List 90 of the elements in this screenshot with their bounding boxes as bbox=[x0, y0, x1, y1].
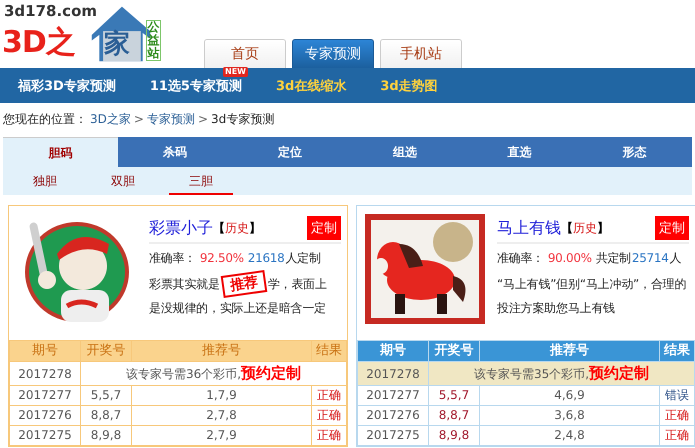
logo-text: 3D之 bbox=[2, 24, 75, 62]
table-cell: 8,8,7 bbox=[428, 406, 480, 426]
description-text: “马上有钱”但别“马上冲动”，合理的 bbox=[497, 276, 686, 292]
result-cell: 正确 bbox=[660, 406, 694, 426]
nav-link[interactable]: 福彩3D专家预测 bbox=[18, 78, 116, 94]
description-text: 彩票其实就是 bbox=[149, 276, 220, 292]
nav-tab[interactable]: 首页 bbox=[204, 39, 286, 68]
bracket: 【 bbox=[561, 220, 573, 236]
history-link[interactable]: 历史 bbox=[225, 220, 249, 236]
table-cell: 5,5,7 bbox=[428, 386, 480, 406]
breadcrumb-label: 您现在的位置： bbox=[3, 110, 87, 128]
stat-text: 92.50% bbox=[200, 251, 244, 265]
sub-tab[interactable]: 双胆 bbox=[91, 167, 155, 195]
table-cell: 3,6,8 bbox=[480, 406, 660, 426]
book-link[interactable]: 预约定制 bbox=[589, 364, 650, 382]
breadcrumb-separator: > bbox=[198, 112, 208, 126]
column-header: 推荐号 bbox=[132, 340, 312, 362]
table-cell: 8,9,8 bbox=[80, 426, 132, 446]
notice-text: 该专家号需36个彩币, bbox=[126, 367, 242, 381]
expert-name[interactable]: 马上有钱 bbox=[497, 218, 561, 238]
category-tab[interactable]: 直选 bbox=[462, 137, 578, 167]
breadcrumb-link[interactable]: 3D之家 bbox=[90, 110, 131, 128]
table-cell: 2017276 bbox=[358, 406, 428, 426]
sub-tab[interactable]: 三胆 bbox=[169, 167, 233, 195]
recommend-stamp: 推荐 bbox=[220, 270, 268, 298]
breadcrumb-separator: > bbox=[134, 112, 144, 126]
logo-badge: 公益站 bbox=[146, 20, 161, 61]
table-cell: 2017275 bbox=[10, 426, 80, 446]
new-badge: NEW bbox=[223, 66, 248, 76]
result-cell: 正确 bbox=[312, 386, 346, 406]
column-header: 结果 bbox=[312, 340, 346, 362]
nav-tab[interactable]: 手机站 bbox=[380, 39, 462, 68]
history-link[interactable]: 历史 bbox=[573, 220, 597, 236]
subscribe-button[interactable]: 定制 bbox=[655, 216, 689, 240]
breadcrumb-link[interactable]: 专家预测 bbox=[146, 110, 195, 128]
bracket: 】 bbox=[597, 220, 609, 236]
nav-tab[interactable]: 专家预测 bbox=[292, 39, 374, 68]
logo-domain: 3d178.com bbox=[4, 2, 98, 20]
category-tab[interactable]: 定位 bbox=[232, 137, 348, 167]
book-link[interactable]: 预约定制 bbox=[241, 364, 302, 382]
table-cell: 2,4,8 bbox=[480, 426, 660, 446]
breadcrumb-current: 3d专家预测 bbox=[211, 110, 274, 128]
table-cell: 2017276 bbox=[10, 406, 80, 426]
table-cell: 4,6,9 bbox=[480, 386, 660, 406]
nav-link[interactable]: 3d在线缩水 bbox=[276, 78, 346, 94]
table-cell: 2017277 bbox=[358, 386, 428, 406]
category-tab[interactable]: 杀码 bbox=[118, 137, 233, 167]
table-cell: 2017278 bbox=[358, 362, 428, 386]
nav-link[interactable]: 11选5专家预测 bbox=[150, 78, 242, 94]
sub-tab[interactable]: 独胆 bbox=[13, 167, 77, 195]
description-text: 学，表面上 bbox=[268, 276, 327, 292]
description-text: 是没规律的，实际上还是暗含一定 bbox=[149, 300, 326, 316]
subscribe-button[interactable]: 定制 bbox=[307, 216, 341, 240]
notice-text: 该专家号需35个彩币, bbox=[474, 367, 590, 381]
logo-text: 家 bbox=[104, 28, 130, 61]
description-text: 投注方案助您马上有钱 bbox=[497, 300, 616, 316]
result-cell: 正确 bbox=[312, 406, 346, 426]
column-header: 开奖号 bbox=[80, 340, 132, 362]
table-cell: 2017277 bbox=[10, 386, 80, 406]
table-cell: 5,5,7 bbox=[80, 386, 132, 406]
column-header: 开奖号 bbox=[428, 340, 480, 362]
stat-text: 21618 bbox=[248, 251, 284, 265]
table-cell: 2,7,9 bbox=[132, 426, 312, 446]
stat-text: 90.00% bbox=[548, 251, 592, 265]
table-cell: 2017275 bbox=[358, 426, 428, 446]
stat-text: 共定制 bbox=[596, 250, 631, 266]
table-cell: 1,7,9 bbox=[132, 386, 312, 406]
category-tab[interactable]: 组选 bbox=[347, 137, 462, 167]
table-cell: 2,7,8 bbox=[132, 406, 312, 426]
result-cell: 错误 bbox=[660, 386, 694, 406]
table-cell: 2017278 bbox=[10, 362, 80, 386]
table-cell: 8,9,8 bbox=[428, 426, 480, 446]
stat-text: 人定制 bbox=[285, 250, 321, 266]
column-header: 推荐号 bbox=[480, 340, 660, 362]
stat-text: 25714 bbox=[632, 251, 669, 265]
category-tab[interactable]: 胆码 bbox=[3, 137, 118, 167]
stat-text: 准确率： bbox=[497, 250, 544, 266]
column-header: 结果 bbox=[660, 340, 694, 362]
column-header: 期号 bbox=[10, 340, 80, 362]
bracket: 【 bbox=[213, 220, 225, 236]
stat-text: 准确率： bbox=[149, 250, 196, 266]
column-header: 期号 bbox=[358, 340, 428, 362]
result-cell: 正确 bbox=[312, 426, 346, 446]
result-cell: 正确 bbox=[660, 426, 694, 446]
bracket: 】 bbox=[249, 220, 261, 236]
expert-name[interactable]: 彩票小子 bbox=[149, 218, 213, 238]
stat-text: 人 bbox=[670, 250, 682, 266]
category-tab[interactable]: 形态 bbox=[577, 137, 692, 167]
table-cell: 8,8,7 bbox=[80, 406, 132, 426]
nav-link[interactable]: 3d走势图 bbox=[380, 78, 438, 94]
